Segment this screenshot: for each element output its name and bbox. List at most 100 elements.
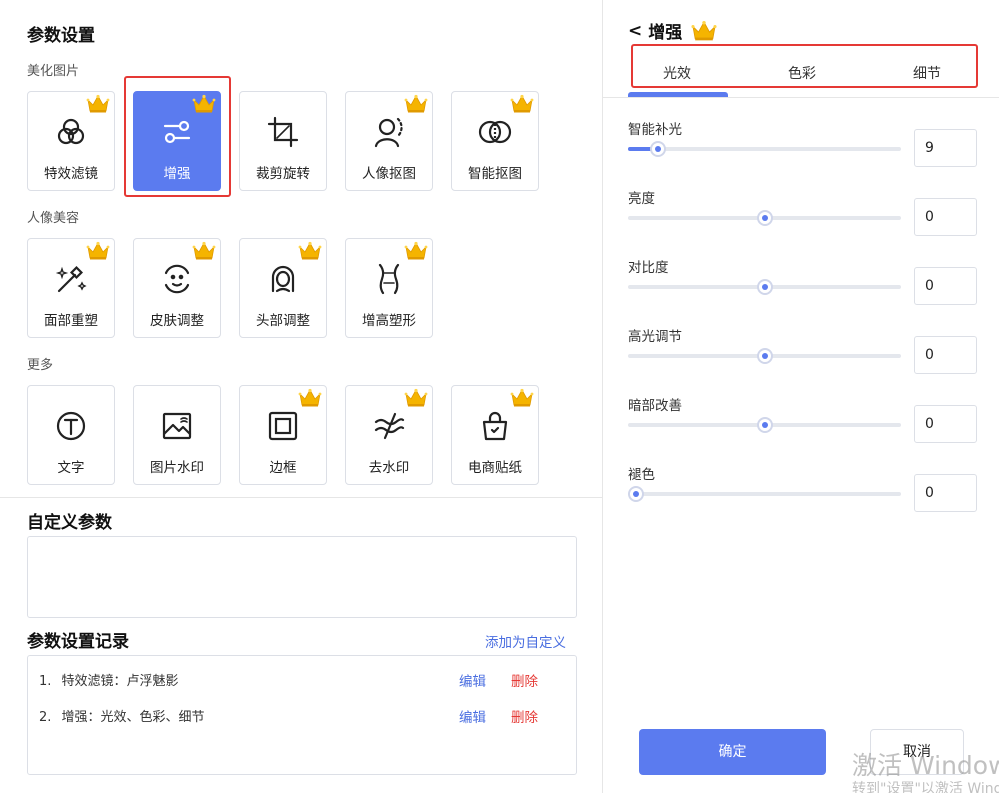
tile-label: 智能抠图: [468, 166, 522, 182]
tile-enhance[interactable]: 增强: [133, 91, 221, 191]
tile-portrait-cutout[interactable]: 人像抠图: [345, 91, 433, 191]
crop-icon: [265, 114, 301, 150]
slider-label: 智能补光: [628, 122, 682, 138]
tile-label: 去水印: [368, 460, 410, 476]
tile-text[interactable]: 文字: [27, 385, 115, 485]
slider-track[interactable]: [628, 279, 901, 295]
slider-value-input[interactable]: 9: [914, 129, 977, 167]
parameter-settings-panel: 参数设置 美化图片 特效滤镜 增强 裁剪旋转 人像抠图 智能抠图 人像美容 面部…: [0, 0, 603, 793]
tile-ecommerce-sticker[interactable]: 电商贴纸: [451, 385, 539, 485]
slider-handle[interactable]: [756, 279, 773, 295]
tile-image-watermark[interactable]: 图片水印: [133, 385, 221, 485]
slider-value-input[interactable]: 0: [914, 267, 977, 305]
tile-smart-cutout[interactable]: 智能抠图: [451, 91, 539, 191]
crown-icon: [404, 241, 428, 261]
page-title: 参数设置: [27, 26, 95, 46]
slider-value-input[interactable]: 0: [914, 474, 977, 512]
crown-icon: [510, 94, 534, 114]
slider-handle[interactable]: [756, 210, 773, 226]
slider-handle[interactable]: [628, 486, 645, 502]
tile-label: 电商贴纸: [468, 460, 522, 476]
slider-label: 暗部改善: [628, 398, 682, 414]
record-1-delete-link[interactable]: 删除: [511, 670, 538, 690]
section-beautify-label: 美化图片: [27, 64, 80, 79]
tile-head-adjust[interactable]: 头部调整: [239, 238, 327, 338]
slider-label: 亮度: [628, 191, 655, 207]
crown-icon: [510, 388, 534, 408]
tile-skin-adjust[interactable]: 皮肤调整: [133, 238, 221, 338]
slider-track[interactable]: [628, 417, 901, 433]
slider-track[interactable]: [628, 141, 901, 157]
record-item-2: 2. 增强：光效、色彩、细节: [39, 706, 205, 725]
tile-label: 特效滤镜: [44, 166, 98, 182]
custom-params-title: 自定义参数: [27, 513, 112, 533]
tab-light-effect[interactable]: 光效: [663, 63, 691, 83]
slider-value-input[interactable]: 0: [914, 198, 977, 236]
portrait-cutout-icon: [371, 114, 407, 150]
crown-icon: [404, 388, 428, 408]
tile-label: 人像抠图: [362, 166, 416, 182]
tile-remove-watermark[interactable]: 去水印: [345, 385, 433, 485]
body-shape-icon: [371, 261, 407, 297]
tab-detail[interactable]: 细节: [913, 63, 941, 83]
tile-label: 裁剪旋转: [256, 166, 310, 182]
record-text: 特效滤镜：卢浮魅影: [61, 674, 179, 689]
magic-wand-icon: [53, 261, 89, 297]
record-1-edit-link[interactable]: 编辑: [459, 670, 486, 690]
slider-handle[interactable]: [650, 141, 667, 157]
border-frame-icon: [265, 408, 301, 444]
crown-icon: [192, 94, 216, 114]
slider-handle[interactable]: [756, 417, 773, 433]
slider-track[interactable]: [628, 210, 901, 226]
crown-icon: [298, 241, 322, 261]
activation-watermark-sub: 转到"设置"以激活 Windows。: [852, 781, 999, 793]
tile-label: 增强: [163, 166, 191, 182]
tab-color[interactable]: 色彩: [788, 63, 816, 83]
record-index: 1.: [39, 674, 52, 689]
back-button[interactable]: <: [628, 21, 642, 41]
tile-face-reshape[interactable]: 面部重塑: [27, 238, 115, 338]
tile-filter[interactable]: 特效滤镜: [27, 91, 115, 191]
shopping-bag-icon: [477, 408, 513, 444]
tile-height-shape[interactable]: 增高塑形: [345, 238, 433, 338]
tab-divider: [603, 97, 999, 98]
record-2-edit-link[interactable]: 编辑: [459, 706, 486, 726]
tile-label: 皮肤调整: [150, 313, 204, 329]
records-title: 参数设置记录: [27, 632, 129, 652]
tile-label: 图片水印: [150, 460, 204, 476]
tile-border[interactable]: 边框: [239, 385, 327, 485]
remove-watermark-icon: [371, 408, 407, 444]
tile-label: 面部重塑: [44, 313, 98, 329]
custom-params-box[interactable]: [27, 536, 577, 618]
crown-icon: [404, 94, 428, 114]
section-more-label: 更多: [27, 358, 54, 373]
tile-label: 文字: [57, 460, 85, 476]
slider-handle[interactable]: [756, 348, 773, 364]
text-icon: [53, 408, 89, 444]
crown-icon: [298, 388, 322, 408]
slider-track[interactable]: [628, 348, 901, 364]
record-2-delete-link[interactable]: 删除: [511, 706, 538, 726]
record-text: 增强：光效、色彩、细节: [61, 710, 205, 725]
slider-track[interactable]: [628, 486, 901, 502]
add-custom-link[interactable]: 添加为自定义: [485, 631, 566, 651]
slider-value-input[interactable]: 0: [914, 405, 977, 443]
enhance-title: 增强: [648, 23, 683, 43]
tile-label: 边框: [269, 460, 297, 476]
enhance-tabs: 光效 色彩 细节: [631, 56, 971, 86]
head-icon: [265, 261, 301, 297]
filter-icon: [53, 114, 89, 150]
face-scan-icon: [159, 261, 195, 297]
image-watermark-icon: [159, 408, 195, 444]
sliders-icon: [159, 114, 195, 150]
smart-cutout-icon: [477, 114, 513, 150]
record-index: 2.: [39, 710, 52, 725]
slider-label: 高光调节: [628, 329, 682, 345]
tile-crop[interactable]: 裁剪旋转: [239, 91, 327, 191]
record-item-1: 1. 特效滤镜：卢浮魅影: [39, 670, 179, 689]
tile-label: 增高塑形: [362, 313, 416, 329]
divider: [0, 497, 603, 498]
confirm-button[interactable]: 确定: [639, 729, 826, 775]
cancel-button[interactable]: 取消: [870, 729, 964, 775]
slider-value-input[interactable]: 0: [914, 336, 977, 374]
